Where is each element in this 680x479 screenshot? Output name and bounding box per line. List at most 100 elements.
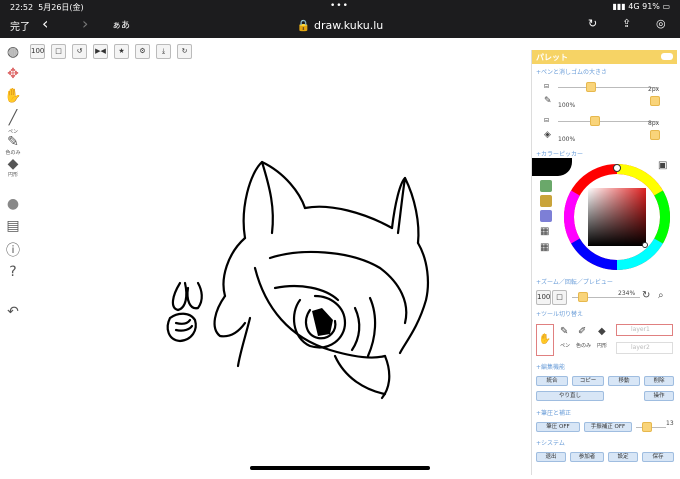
redo-button[interactable]: ↻: [177, 44, 192, 59]
palette-panel: パレット +ペンと消しゴムの大きさ ⊟ 2px ✎ 100% ⊟ 8px ◈ 1…: [531, 50, 677, 475]
undo-icon[interactable]: ↶: [4, 304, 22, 320]
back-icon[interactable]: ‹: [42, 14, 48, 33]
move-icon[interactable]: ✥: [4, 66, 22, 82]
palette-fit-button[interactable]: □: [552, 290, 567, 305]
layer1-row[interactable]: layer1: [616, 324, 673, 336]
minus-icon-2[interactable]: ⊟: [544, 117, 549, 124]
signal-icon: ▮▮▮: [612, 2, 626, 11]
pen-tool-icon[interactable]: ✎: [560, 326, 568, 337]
share-icon[interactable]: ⇪: [622, 17, 631, 30]
eraser-size-knob[interactable]: [590, 116, 600, 126]
eraser-small-icon: ◈: [544, 130, 551, 140]
pressure-button[interactable]: 筆圧 OFF: [536, 422, 580, 432]
pen-icon[interactable]: ╱: [4, 110, 22, 126]
swatch-add-icon[interactable]: ▦: [540, 226, 549, 237]
pen-size-slider[interactable]: [558, 87, 658, 88]
palette-zoom-100-button[interactable]: 100: [536, 290, 551, 305]
pencil-icon: ✎: [544, 96, 552, 106]
eraser-tool-icon[interactable]: ◆: [598, 326, 606, 337]
eraser-opacity-knob[interactable]: [650, 130, 660, 140]
pen-opacity-knob[interactable]: [650, 96, 660, 106]
correction-knob[interactable]: [642, 422, 652, 432]
pen-size-knob[interactable]: [586, 82, 596, 92]
layer1-label: layer1: [631, 326, 650, 333]
colorpick-label: 色のみ: [5, 150, 21, 156]
participants-button[interactable]: 参加者: [570, 452, 604, 462]
move-button[interactable]: 移動: [608, 376, 640, 386]
flip-button[interactable]: ▶◀: [93, 44, 108, 59]
palette-title: パレット: [536, 53, 568, 62]
color-swatch-purple[interactable]: [540, 210, 552, 222]
home-indicator: [250, 466, 430, 470]
exit-button[interactable]: 退出: [536, 452, 566, 462]
tool-label-pen: ペン: [560, 343, 571, 349]
settings-button[interactable]: ⚙: [135, 44, 150, 59]
palette-header: パレット: [532, 50, 677, 64]
network-label: 4G: [628, 2, 640, 11]
colorpick-tool-icon[interactable]: ✐: [578, 326, 586, 337]
zoom-100-button[interactable]: 100: [30, 44, 45, 59]
chat-icon[interactable]: ●: [4, 196, 22, 212]
star-button[interactable]: ★: [114, 44, 129, 59]
rotate-button[interactable]: ↺: [72, 44, 87, 59]
pen-opacity-value: 100%: [558, 102, 576, 109]
pen-size-value: 2px: [648, 86, 660, 93]
color-wheel-icon[interactable]: ◍: [4, 44, 22, 60]
status-bar: 22:52 5月26日(金) ••• ▮▮▮ 4G 91% ▭: [0, 0, 680, 14]
battery-icon: ▭: [662, 2, 670, 11]
fit-screen-button[interactable]: □: [51, 44, 66, 59]
tool-label-colorpick: 色のみ: [576, 343, 592, 349]
correction-button[interactable]: 手振補正 OFF: [584, 422, 632, 432]
url-field[interactable]: draw.kuku.lu: [314, 19, 383, 32]
merge-button[interactable]: 統合: [536, 376, 568, 386]
sketch-drawing: [166, 160, 429, 400]
left-toolbar: ◍ ✥ ✋ ╱ ペン ✎ 色のみ ◆ 円形 ● ▤ ⓘ ? ↶: [0, 38, 28, 475]
preview-search-icon[interactable]: ⌕: [658, 290, 664, 301]
status-time: 22:52: [10, 3, 34, 12]
save-button[interactable]: 保存: [642, 452, 674, 462]
eraser-icon[interactable]: ◆: [4, 156, 22, 172]
lock-icon: 🔒: [296, 19, 311, 32]
reader-aa-button[interactable]: ぁあ: [112, 18, 130, 31]
hand-tool-button[interactable]: ✋: [536, 324, 554, 356]
rotate-reset-icon[interactable]: ↻: [642, 290, 650, 301]
download-button[interactable]: ⤓: [156, 44, 171, 59]
circle-label: 円形: [7, 172, 18, 178]
forward-icon[interactable]: ›: [82, 14, 88, 33]
eraser-size-slider[interactable]: [558, 121, 658, 122]
dropper-icon[interactable]: ✎: [4, 134, 22, 150]
layer2-row[interactable]: layer2: [616, 342, 673, 354]
color-picker-section-title: +カラーピッカー: [536, 151, 584, 158]
operation-button[interactable]: 操作: [644, 391, 674, 401]
reload-icon[interactable]: ↻: [588, 17, 597, 30]
status-dots: •••: [330, 1, 349, 11]
edit-section-title: +編集機能: [536, 364, 566, 371]
eraser-opacity-value: 100%: [558, 136, 576, 143]
delete-button[interactable]: 削除: [644, 376, 674, 386]
system-section-title: +システム: [536, 440, 565, 447]
correction-value: 13: [666, 420, 674, 427]
minus-icon[interactable]: ⊟: [544, 83, 549, 90]
pen-size-section-title: +ペンと消しゴムの大きさ: [536, 69, 608, 76]
palette-toggle[interactable]: [661, 53, 673, 60]
swatch-grid-icon[interactable]: ▦: [540, 242, 549, 253]
help-icon[interactable]: ?: [4, 264, 22, 280]
compass-icon[interactable]: ◎: [656, 17, 666, 30]
color-swatch-gold[interactable]: [540, 195, 552, 207]
pressure-section-title: +筆圧と補正: [536, 410, 572, 417]
copy-button[interactable]: コピー: [572, 376, 604, 386]
done-button[interactable]: 完了: [10, 18, 30, 33]
zoom-section-title: +ズーム／回転／プレビュー: [536, 279, 613, 286]
layers-icon[interactable]: ▤: [4, 218, 22, 234]
zoom-knob[interactable]: [578, 292, 588, 302]
settings-text-button[interactable]: 設定: [608, 452, 638, 462]
color-swatch-green[interactable]: [540, 180, 552, 192]
info-icon[interactable]: ⓘ: [4, 240, 22, 260]
zoom-value: 234%: [618, 290, 636, 297]
color-wheel[interactable]: [562, 162, 672, 272]
battery-percent: 91%: [642, 2, 660, 11]
tool-label-circle: 円形: [597, 343, 608, 349]
hand-icon[interactable]: ✋: [4, 88, 22, 104]
redo-action-button[interactable]: やり直し: [536, 391, 604, 401]
drawing-canvas[interactable]: [0, 38, 530, 475]
